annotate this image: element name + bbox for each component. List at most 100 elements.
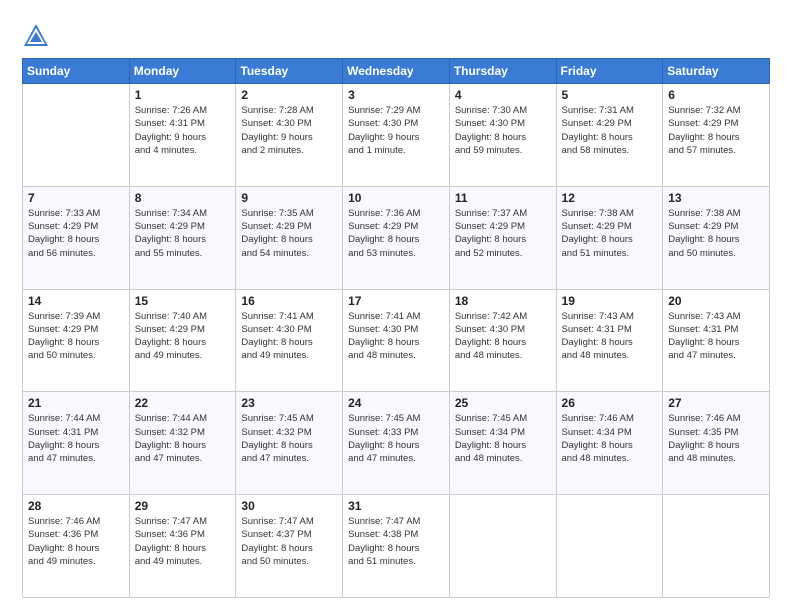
- calendar-cell: 31Sunrise: 7:47 AM Sunset: 4:38 PM Dayli…: [343, 495, 450, 598]
- calendar-cell: 26 Sunrise: 7:46 AM Sunset: 4:34 PM Dayli…: [556, 392, 663, 495]
- col-header-tuesday: Tuesday: [236, 59, 343, 84]
- calendar-cell: 21 Sunrise: 7:44 AM Sunset: 4:31 PM Dayli…: [23, 392, 130, 495]
- logo-icon: [22, 22, 50, 50]
- col-header-monday: Monday: [129, 59, 236, 84]
- day-number: 2: [241, 88, 337, 102]
- day-number: 6: [668, 88, 764, 102]
- day-number: 22: [135, 396, 231, 410]
- day-number: 13: [668, 191, 764, 205]
- day-number: 11: [455, 191, 551, 205]
- calendar-cell: 25 Sunrise: 7:45 AM Sunset: 4:34 PM Dayli…: [449, 392, 556, 495]
- day-info: Sunrise: 7:31 AM Sunset: 4:29 PM Dayligh…: [562, 104, 658, 157]
- calendar-cell: 22 Sunrise: 7:44 AM Sunset: 4:32 PM Dayli…: [129, 392, 236, 495]
- calendar-cell: 30 Sunrise: 7:47 AM Sunset: 4:37 PM Dayli…: [236, 495, 343, 598]
- day-info: Sunrise: 7:33 AM Sunset: 4:29 PM Dayligh…: [28, 207, 124, 260]
- calendar-cell: 9 Sunrise: 7:35 AM Sunset: 4:29 PM Daylig…: [236, 186, 343, 289]
- day-number: 18: [455, 294, 551, 308]
- calendar-cell: 19 Sunrise: 7:43 AM Sunset: 4:31 PM Dayli…: [556, 289, 663, 392]
- day-info: Sunrise: 7:28 AM Sunset: 4:30 PM Dayligh…: [241, 104, 337, 157]
- calendar-cell: 5 Sunrise: 7:31 AM Sunset: 4:29 PM Daylig…: [556, 84, 663, 187]
- day-number: 19: [562, 294, 658, 308]
- calendar-table: SundayMondayTuesdayWednesdayThursdayFrid…: [22, 58, 770, 598]
- day-info: Sunrise: 7:47 AM Sunset: 4:37 PM Dayligh…: [241, 515, 337, 568]
- col-header-thursday: Thursday: [449, 59, 556, 84]
- day-info: Sunrise: 7:46 AM Sunset: 4:34 PM Dayligh…: [562, 412, 658, 465]
- day-number: 9: [241, 191, 337, 205]
- day-number: 27: [668, 396, 764, 410]
- day-info: Sunrise: 7:43 AM Sunset: 4:31 PM Dayligh…: [668, 310, 764, 363]
- day-number: 23: [241, 396, 337, 410]
- day-info: Sunrise: 7:35 AM Sunset: 4:29 PM Dayligh…: [241, 207, 337, 260]
- day-number: 21: [28, 396, 124, 410]
- day-info: Sunrise: 7:40 AM Sunset: 4:29 PM Dayligh…: [135, 310, 231, 363]
- page: SundayMondayTuesdayWednesdayThursdayFrid…: [0, 0, 792, 612]
- day-info: Sunrise: 7:34 AM Sunset: 4:29 PM Dayligh…: [135, 207, 231, 260]
- day-number: 10: [348, 191, 444, 205]
- day-number: 15: [135, 294, 231, 308]
- day-number: 5: [562, 88, 658, 102]
- day-number: 17: [348, 294, 444, 308]
- day-info: Sunrise: 7:38 AM Sunset: 4:29 PM Dayligh…: [668, 207, 764, 260]
- day-info: Sunrise: 7:44 AM Sunset: 4:32 PM Dayligh…: [135, 412, 231, 465]
- day-number: 25: [455, 396, 551, 410]
- col-header-friday: Friday: [556, 59, 663, 84]
- day-number: 7: [28, 191, 124, 205]
- calendar-cell: [556, 495, 663, 598]
- day-number: 12: [562, 191, 658, 205]
- day-info: Sunrise: 7:41 AM Sunset: 4:30 PM Dayligh…: [348, 310, 444, 363]
- day-info: Sunrise: 7:29 AM Sunset: 4:30 PM Dayligh…: [348, 104, 444, 157]
- calendar-cell: 16 Sunrise: 7:41 AM Sunset: 4:30 PM Dayli…: [236, 289, 343, 392]
- calendar-cell: 28 Sunrise: 7:46 AM Sunset: 4:36 PM Dayli…: [23, 495, 130, 598]
- day-info: Sunrise: 7:39 AM Sunset: 4:29 PM Dayligh…: [28, 310, 124, 363]
- day-info: Sunrise: 7:43 AM Sunset: 4:31 PM Dayligh…: [562, 310, 658, 363]
- calendar-cell: 11 Sunrise: 7:37 AM Sunset: 4:29 PM Dayli…: [449, 186, 556, 289]
- calendar-week-row: 7 Sunrise: 7:33 AM Sunset: 4:29 PM Daylig…: [23, 186, 770, 289]
- calendar-cell: 13 Sunrise: 7:38 AM Sunset: 4:29 PM Dayli…: [663, 186, 770, 289]
- col-header-saturday: Saturday: [663, 59, 770, 84]
- calendar-cell: 15 Sunrise: 7:40 AM Sunset: 4:29 PM Dayli…: [129, 289, 236, 392]
- day-info: Sunrise: 7:46 AM Sunset: 4:36 PM Dayligh…: [28, 515, 124, 568]
- day-info: Sunrise: 7:47 AM Sunset: 4:36 PM Dayligh…: [135, 515, 231, 568]
- calendar-cell: 4 Sunrise: 7:30 AM Sunset: 4:30 PM Daylig…: [449, 84, 556, 187]
- calendar-cell: 7 Sunrise: 7:33 AM Sunset: 4:29 PM Daylig…: [23, 186, 130, 289]
- day-number: 20: [668, 294, 764, 308]
- day-number: 26: [562, 396, 658, 410]
- calendar-cell: 3 Sunrise: 7:29 AM Sunset: 4:30 PM Daylig…: [343, 84, 450, 187]
- calendar-week-row: 1Sunrise: 7:26 AM Sunset: 4:31 PM Daylig…: [23, 84, 770, 187]
- col-header-wednesday: Wednesday: [343, 59, 450, 84]
- day-info: Sunrise: 7:32 AM Sunset: 4:29 PM Dayligh…: [668, 104, 764, 157]
- day-number: 8: [135, 191, 231, 205]
- day-info: Sunrise: 7:37 AM Sunset: 4:29 PM Dayligh…: [455, 207, 551, 260]
- day-info: Sunrise: 7:26 AM Sunset: 4:31 PM Dayligh…: [135, 104, 231, 157]
- calendar-cell: 1Sunrise: 7:26 AM Sunset: 4:31 PM Daylig…: [129, 84, 236, 187]
- calendar-cell: 8 Sunrise: 7:34 AM Sunset: 4:29 PM Daylig…: [129, 186, 236, 289]
- day-number: 16: [241, 294, 337, 308]
- calendar-week-row: 14 Sunrise: 7:39 AM Sunset: 4:29 PM Dayli…: [23, 289, 770, 392]
- calendar-cell: [449, 495, 556, 598]
- calendar-cell: 18Sunrise: 7:42 AM Sunset: 4:30 PM Dayli…: [449, 289, 556, 392]
- calendar-cell: 12Sunrise: 7:38 AM Sunset: 4:29 PM Dayli…: [556, 186, 663, 289]
- calendar-cell: 23 Sunrise: 7:45 AM Sunset: 4:32 PM Dayli…: [236, 392, 343, 495]
- day-number: 30: [241, 499, 337, 513]
- day-number: 3: [348, 88, 444, 102]
- calendar-cell: 6 Sunrise: 7:32 AM Sunset: 4:29 PM Daylig…: [663, 84, 770, 187]
- day-info: Sunrise: 7:45 AM Sunset: 4:33 PM Dayligh…: [348, 412, 444, 465]
- day-number: 4: [455, 88, 551, 102]
- day-info: Sunrise: 7:45 AM Sunset: 4:32 PM Dayligh…: [241, 412, 337, 465]
- day-info: Sunrise: 7:30 AM Sunset: 4:30 PM Dayligh…: [455, 104, 551, 157]
- day-info: Sunrise: 7:45 AM Sunset: 4:34 PM Dayligh…: [455, 412, 551, 465]
- day-number: 14: [28, 294, 124, 308]
- day-info: Sunrise: 7:41 AM Sunset: 4:30 PM Dayligh…: [241, 310, 337, 363]
- calendar-week-row: 21 Sunrise: 7:44 AM Sunset: 4:31 PM Dayli…: [23, 392, 770, 495]
- day-number: 28: [28, 499, 124, 513]
- calendar-cell: 24 Sunrise: 7:45 AM Sunset: 4:33 PM Dayli…: [343, 392, 450, 495]
- day-info: Sunrise: 7:46 AM Sunset: 4:35 PM Dayligh…: [668, 412, 764, 465]
- day-info: Sunrise: 7:36 AM Sunset: 4:29 PM Dayligh…: [348, 207, 444, 260]
- day-number: 29: [135, 499, 231, 513]
- calendar-cell: 27 Sunrise: 7:46 AM Sunset: 4:35 PM Dayli…: [663, 392, 770, 495]
- calendar-cell: 17 Sunrise: 7:41 AM Sunset: 4:30 PM Dayli…: [343, 289, 450, 392]
- day-info: Sunrise: 7:44 AM Sunset: 4:31 PM Dayligh…: [28, 412, 124, 465]
- calendar-header-row: SundayMondayTuesdayWednesdayThursdayFrid…: [23, 59, 770, 84]
- day-number: 24: [348, 396, 444, 410]
- calendar-cell: [23, 84, 130, 187]
